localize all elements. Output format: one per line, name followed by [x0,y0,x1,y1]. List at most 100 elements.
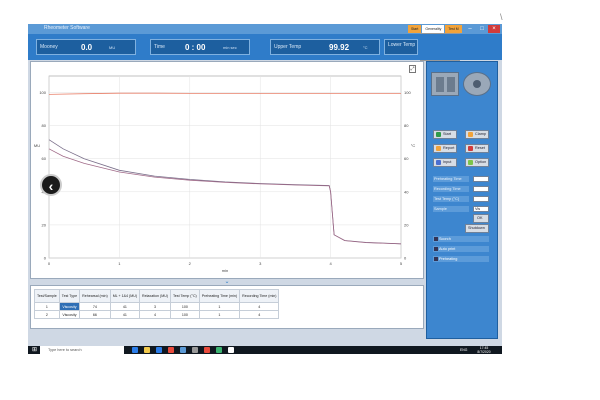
y-right-tick-label: 60 [404,156,409,161]
field-input[interactable] [473,176,489,182]
table-cell: 41 [109,310,141,319]
taskbar-app-icon[interactable] [216,347,222,353]
field-label: Test Temp (°C) [433,196,469,202]
start-button[interactable]: Start [433,130,457,139]
field-label: Preheating Time [433,176,469,182]
y-left-tick-label: 100 [39,90,46,95]
taskbar-app-icon[interactable] [144,347,150,353]
taskbar-app-icon[interactable] [132,347,138,353]
table-header: Test/Sample [34,289,60,303]
shutdown-button[interactable]: Shutdown [465,224,489,233]
table-cell: 1 [198,310,241,319]
table-header: Relaxation (MU) [139,289,171,303]
start-icon [436,132,441,137]
y-left-tick-label: 60 [42,156,47,161]
tray-clock[interactable]: 17:45 8/7/2020 [474,346,494,354]
option-button[interactable]: Option [465,158,489,167]
mooney-readout: Mooney 0.0 MU [36,39,136,55]
windows-taskbar: ⊞ Type here to search ENG 17:45 8/7/2020 [28,346,502,354]
tray-language[interactable]: ENG [460,348,467,352]
checkbox-icon [434,247,438,251]
checkbox-label: Auto print [439,247,456,251]
menu-tab[interactable]: Start [408,25,422,33]
y-right-tick-label: 80 [404,123,409,128]
field-label: Recording Time [433,186,469,192]
checkbox-label: Preheating [439,257,458,261]
reset-button[interactable]: Reset [465,144,489,153]
input-button[interactable]: Input [433,158,457,167]
button-label: Clamp [475,132,486,136]
taskbar-app-icon[interactable] [204,347,210,353]
field-input[interactable] [473,196,489,202]
y-right-tick-label: 100 [404,90,411,95]
option-checkbox[interactable]: Scorch [433,236,489,242]
table-cell: 1 [198,302,241,311]
button-label: Report [443,146,455,150]
curve-chart-panel: 012345020406080100020406080100minMU°C ⤢ [30,61,424,279]
control-panel: Start Clamp Report Reset Input Option Preheat… [426,61,498,339]
taskbar-search-input[interactable]: Type here to search [40,346,124,354]
report-button[interactable]: Report [433,144,457,153]
table-cell: 100 [170,310,200,319]
table-cell: 4 [139,310,171,319]
mooney-unit: MU [109,45,116,50]
menu-tab[interactable]: Test M [445,25,462,33]
lower-temp-label: Lower Temp [388,42,416,48]
taskbar-app-icon[interactable] [168,347,174,353]
x-tick-label: 0 [48,261,51,266]
mooney-value: 0.0 [81,43,93,52]
lower-temp-readout: Lower Temp [384,39,418,55]
upper-temp-unit: °C [363,45,368,50]
table-row[interactable]: 1 Viscosity 74 41 3 100 1 4 [34,302,280,311]
export-icon[interactable]: ⤢ [409,65,416,73]
test-results-table-panel: Test/Sample Test Type Rehearsal (min) ML + … [30,285,424,329]
table-cell: 4 [239,310,280,319]
die-image [431,72,459,96]
table-cell: 41 [109,302,141,311]
x-tick-label: 5 [400,261,403,266]
reset-icon [468,146,473,151]
field-input[interactable] [473,186,489,192]
rotor-image [463,72,491,96]
minimize-button[interactable]: – [464,25,476,33]
table-cell: Viscosity [58,310,81,319]
y-right-tick-label: 20 [404,222,409,227]
taskbar-app-icon[interactable] [156,347,162,353]
menu-tab[interactable]: Generality [422,25,445,33]
taskbar-app-icon[interactable] [192,347,198,353]
y-left-tick-label: 0 [44,256,47,261]
input-icon [436,160,441,165]
tray-date: 8/7/2020 [477,350,491,354]
time-readout: Time 0 : 00 min sec [150,39,250,55]
option-icon [468,160,473,165]
ok-button[interactable]: OK [473,214,489,223]
mooney-label: Mooney [40,44,58,50]
button-label: Start [443,132,452,136]
menu-tabs: Start Generality Test M [408,25,463,33]
checkbox-icon [434,257,438,261]
x-tick-label: 4 [329,261,332,266]
table-header: Rehearsal (min) [79,289,111,303]
field-input[interactable]: Vis [473,206,489,212]
clamp-button[interactable]: Clamp [465,130,489,139]
plot-area [48,75,402,259]
back-button[interactable]: ‹ [40,174,62,196]
taskbar-app-icon[interactable] [180,347,186,353]
option-checkbox[interactable]: Preheating [433,256,489,262]
table-row[interactable]: 2 Viscosity 66 41 4 100 1 4 [34,310,280,319]
status-bar: Mooney 0.0 MU Time 0 : 00 min sec Upper … [28,34,502,60]
desktop-screen: Rheometer Software Start Generality Test M… [28,24,502,354]
button-label: Reset [475,146,485,150]
table-header: Recording Time (min) [239,289,280,303]
curve-chart: 012345020406080100020406080100minMU°C [34,75,415,273]
maximize-button[interactable]: □ [476,25,488,33]
upper-temp-value: 99.92 [329,43,350,52]
close-button[interactable]: × [488,25,500,33]
field-label: Sample [433,206,469,212]
x-tick-label: 2 [189,261,192,266]
taskbar-app-icon[interactable] [228,347,234,353]
test-results-table: Test/Sample Test Type Rehearsal (min) ML + … [34,289,280,319]
option-checkbox[interactable]: Auto print [433,246,489,252]
windows-start-icon[interactable]: ⊞ [32,347,38,353]
x-tick-label: 1 [118,261,121,266]
